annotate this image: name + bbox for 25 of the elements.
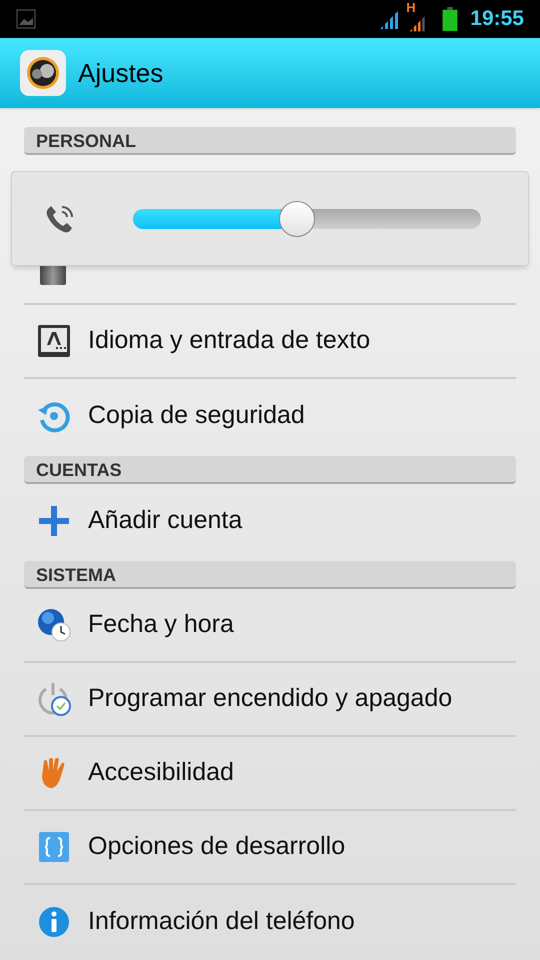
clock: 19:55 [470,6,524,32]
settings-item[interactable]: Idioma y entrada de texto [88,322,370,360]
globe-clock-icon [36,607,72,643]
settings-item[interactable]: Añadir cuenta [88,502,242,540]
picture-notification-icon [16,9,36,29]
settings-item[interactable]: Fecha y hora [88,606,234,644]
keyboard-key-icon [36,323,72,359]
braces-icon [36,829,72,865]
battery-icon [442,7,458,31]
info-icon [36,904,72,940]
volume-slider[interactable] [133,200,481,236]
screen-title: Ajustes [78,56,164,90]
network-type-label: H [406,1,416,14]
section-header: CUENTAS [24,456,516,484]
section-header: PERSONAL [24,127,516,155]
settings-item[interactable]: Opciones de desarrollo [88,828,346,866]
settings-item[interactable]: Accesibilidad [88,754,234,792]
settings-item[interactable]: Información del teléfono [88,903,355,941]
settings-app-icon[interactable] [20,50,66,96]
settings-item[interactable]: Programar encendido y apagado [88,680,452,718]
settings-item[interactable]: Copia de seguridad [88,397,305,435]
plus-icon [36,503,72,539]
power-clock-icon [36,681,72,717]
slider-thumb[interactable] [278,200,315,236]
section-header: SISTEMA [24,561,516,589]
